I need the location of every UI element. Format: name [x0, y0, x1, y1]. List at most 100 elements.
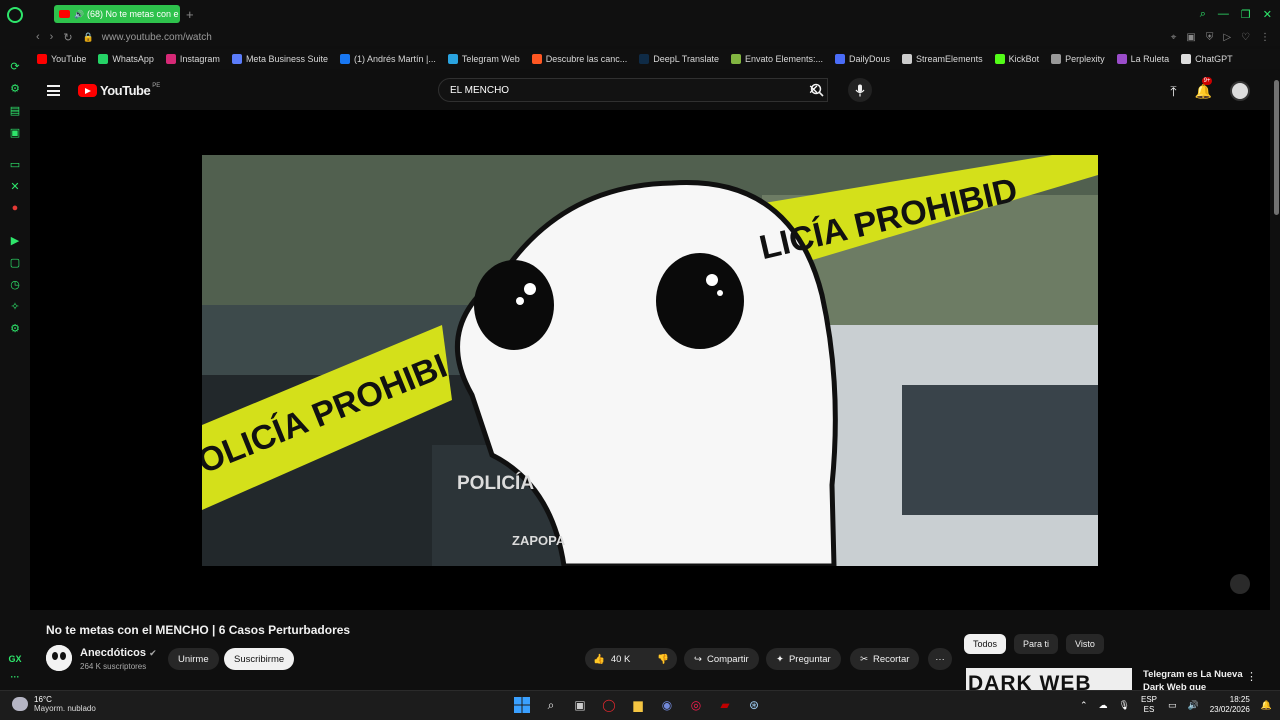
subscribe-button[interactable]: Suscribirme: [224, 648, 295, 670]
player-icon[interactable]: ▷: [1223, 32, 1231, 43]
related-title[interactable]: Telegram es La Nueva Dark Web que: [1143, 668, 1243, 690]
channel-avatar[interactable]: [46, 645, 72, 671]
display-icon[interactable]: ▭: [1168, 700, 1177, 711]
youtube-header: YouTube PE EL MENCHO ✕ ⤒ 🔔 9+: [30, 72, 1270, 110]
join-button[interactable]: Unirme: [168, 648, 219, 670]
heart-icon[interactable]: ♡: [1241, 32, 1250, 43]
bookmark-item[interactable]: Perplexity: [1051, 54, 1105, 64]
upload-icon[interactable]: ⤒: [1170, 83, 1176, 100]
reload-button[interactable]: ↻: [63, 31, 72, 44]
opera-icon[interactable]: ◯: [600, 696, 618, 714]
file-explorer-icon[interactable]: ▆: [629, 696, 647, 714]
search-box[interactable]: EL MENCHO ✕: [438, 78, 828, 102]
guide-menu-button[interactable]: [47, 85, 60, 96]
search-button[interactable]: [803, 78, 831, 102]
maximize-button[interactable]: ❐: [1241, 8, 1251, 21]
like-button[interactable]: 👍 40 K: [593, 654, 630, 665]
shield-icon[interactable]: ⛨: [1206, 32, 1214, 43]
notifications-button[interactable]: 🔔 9+: [1195, 76, 1213, 100]
player-icon[interactable]: ▶: [8, 233, 22, 247]
channel-watermark[interactable]: [1230, 574, 1250, 594]
filter-chip[interactable]: Para ti: [1014, 634, 1059, 654]
ask-button[interactable]: ✦ Preguntar: [766, 648, 841, 670]
speaker-icon[interactable]: 🔊: [74, 10, 84, 19]
bookmark-item[interactable]: DeepL Translate: [639, 54, 719, 64]
forward-button[interactable]: ›: [50, 31, 54, 44]
start-button[interactable]: [513, 696, 531, 714]
like-dislike-group: 👍 40 K 👎: [585, 648, 677, 670]
menu-icon[interactable]: ⋮: [1260, 32, 1270, 43]
bookmark-item[interactable]: Descubre las canc...: [531, 54, 627, 64]
gx-control-icon[interactable]: ▤: [8, 103, 22, 117]
bookmark-item[interactable]: (1) Andrés Martín |...: [339, 54, 436, 64]
pin-icon[interactable]: ⌖: [1171, 32, 1177, 43]
clock[interactable]: 18:25 23/02/2026: [1210, 695, 1250, 715]
channel-name[interactable]: Anecdóticos ✔: [80, 647, 157, 659]
language-code: ESP: [1140, 695, 1157, 704]
related-thumbnail[interactable]: DARK WEB: [966, 668, 1132, 690]
puzzle-icon[interactable]: ✧: [8, 299, 22, 313]
notification-center-icon[interactable]: 🔔: [1261, 700, 1272, 711]
youtube-logo[interactable]: YouTube PE: [78, 83, 160, 98]
opera-gx-logo-icon[interactable]: [7, 7, 23, 23]
back-button[interactable]: ‹: [36, 31, 40, 44]
bookmark-item[interactable]: KickBot: [994, 54, 1039, 64]
x-icon[interactable]: ✕: [8, 179, 22, 193]
opera-gx-icon[interactable]: ◎: [687, 696, 705, 714]
bookmark-favicon-icon: [1116, 54, 1127, 64]
new-tab-button[interactable]: +: [186, 7, 194, 22]
tab-youtube[interactable]: 🔊 (68) No te metas con e: [54, 5, 180, 23]
minimize-button[interactable]: —: [1218, 8, 1229, 21]
bookmark-item[interactable]: StreamElements: [902, 54, 983, 64]
search-input[interactable]: EL MENCHO: [450, 85, 509, 96]
steam-icon[interactable]: ⊛: [745, 696, 763, 714]
lock-icon[interactable]: 🔒: [83, 32, 94, 43]
record-icon[interactable]: ●: [8, 201, 22, 215]
bookmark-item[interactable]: YouTube: [37, 54, 86, 64]
weather-widget[interactable]: 16°C Mayorm. nublado: [12, 695, 96, 713]
filter-chip[interactable]: Visto: [1066, 634, 1104, 654]
gx-corner-icon[interactable]: GX: [8, 654, 21, 664]
twitch-icon[interactable]: ▭: [8, 157, 22, 171]
volume-icon[interactable]: 🔊: [1188, 700, 1199, 711]
scrollbar[interactable]: [1274, 80, 1279, 215]
discord-icon[interactable]: ◉: [658, 696, 676, 714]
video-frame[interactable]: LICÍA PROHIBID OLICÍA PROHIBI POLICÍA ZA…: [202, 155, 1098, 566]
home-icon[interactable]: ⟳: [8, 59, 22, 73]
dislike-button[interactable]: 👎: [657, 654, 669, 665]
url-field[interactable]: www.youtube.com/watch: [102, 32, 212, 43]
extensions-icon[interactable]: ⚙: [8, 81, 22, 95]
share-button[interactable]: ↪ Compartir: [684, 648, 759, 670]
bookmark-item[interactable]: Envato Elements:...: [730, 54, 823, 64]
wallet-icon[interactable]: ▢: [8, 255, 22, 269]
history-icon[interactable]: ◷: [8, 277, 22, 291]
filezilla-icon[interactable]: ▰: [716, 696, 734, 714]
mail-icon[interactable]: ▣: [8, 125, 22, 139]
settings-icon[interactable]: ⚙: [8, 321, 22, 335]
clip-button[interactable]: ✂ Recortar: [850, 648, 920, 670]
microphone-tray-icon[interactable]: 🎙: [1119, 700, 1130, 711]
more-actions-button[interactable]: ···: [928, 648, 952, 670]
bookmark-item[interactable]: ChatGPT: [1181, 54, 1233, 64]
search-tabs-icon[interactable]: ⌕: [1200, 8, 1206, 21]
taskbar-search-icon[interactable]: ⌕: [542, 696, 560, 714]
sparkle-icon: ✦: [776, 653, 784, 665]
close-window-button[interactable]: ✕: [1263, 8, 1272, 21]
bookmark-item[interactable]: Instagram: [165, 54, 220, 64]
video-player[interactable]: LICÍA PROHIBID OLICÍA PROHIBI POLICÍA ZA…: [30, 110, 1270, 610]
task-view-icon[interactable]: ▣: [571, 696, 589, 714]
bookmark-item[interactable]: WhatsApp: [98, 54, 154, 64]
show-hidden-icons[interactable]: ⌃: [1080, 700, 1088, 711]
filter-chip[interactable]: Todos: [964, 634, 1007, 654]
bookmark-item[interactable]: Meta Business Suite: [231, 54, 328, 64]
snapshot-icon[interactable]: ▣: [1186, 32, 1195, 43]
voice-search-button[interactable]: [848, 78, 872, 102]
more-icon[interactable]: ···: [11, 672, 20, 682]
bookmark-item[interactable]: Telegram Web: [447, 54, 520, 64]
bookmark-item[interactable]: DailyDous: [835, 54, 890, 64]
related-more-icon[interactable]: ⋮: [1246, 670, 1257, 683]
network-status-icon[interactable]: ☁: [1099, 700, 1108, 711]
bookmark-item[interactable]: La Ruleta: [1116, 54, 1169, 64]
language-indicator[interactable]: ESP ES: [1141, 695, 1157, 715]
account-avatar[interactable]: [1230, 81, 1250, 101]
